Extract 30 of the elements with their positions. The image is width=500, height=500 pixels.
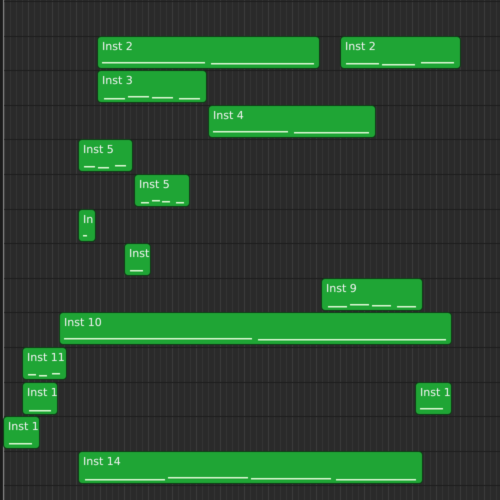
midi-region[interactable]: Inst 2 <box>97 36 320 69</box>
region-name: Inst <box>129 247 150 260</box>
region-name: Inst 9 <box>326 282 358 295</box>
region-name: Inst 1 <box>27 386 57 399</box>
region-name: Inst 10 <box>64 316 103 329</box>
midi-region[interactable]: Inst 5 <box>78 139 133 172</box>
region-name: Inst 1 <box>420 386 451 399</box>
midi-region[interactable]: Inst 1 <box>3 416 40 449</box>
region-name: Inst 2 <box>102 40 134 53</box>
midi-region[interactable]: Inst 10 <box>59 312 452 345</box>
midi-region[interactable]: Inst 9 <box>321 278 423 311</box>
midi-region[interactable]: Inst 14 <box>78 451 423 484</box>
midi-region[interactable]: Inst 5 <box>134 174 190 207</box>
region-name: Inst 5 <box>139 178 171 191</box>
midi-region[interactable]: Inst 3 <box>97 70 207 103</box>
region-name: Inst 2 <box>345 40 377 53</box>
midi-region[interactable]: Inst 2 <box>340 36 461 69</box>
region-name: Inst 5 <box>83 143 115 156</box>
midi-region[interactable]: In <box>78 209 96 242</box>
region-name: Inst 1 <box>8 420 39 433</box>
midi-region[interactable]: Inst 1 <box>415 382 452 415</box>
region-name: Inst 14 <box>83 455 122 468</box>
region-name: In <box>83 213 94 226</box>
midi-region[interactable]: Inst 11 <box>22 347 67 380</box>
midi-region[interactable]: Inst <box>124 243 151 276</box>
region-name: Inst 4 <box>213 109 245 122</box>
region-name: Inst 11 <box>27 351 66 364</box>
midi-region[interactable]: Inst 1 <box>22 382 58 415</box>
region-name: Inst 3 <box>102 74 134 87</box>
midi-region[interactable]: Inst 4 <box>208 105 376 138</box>
